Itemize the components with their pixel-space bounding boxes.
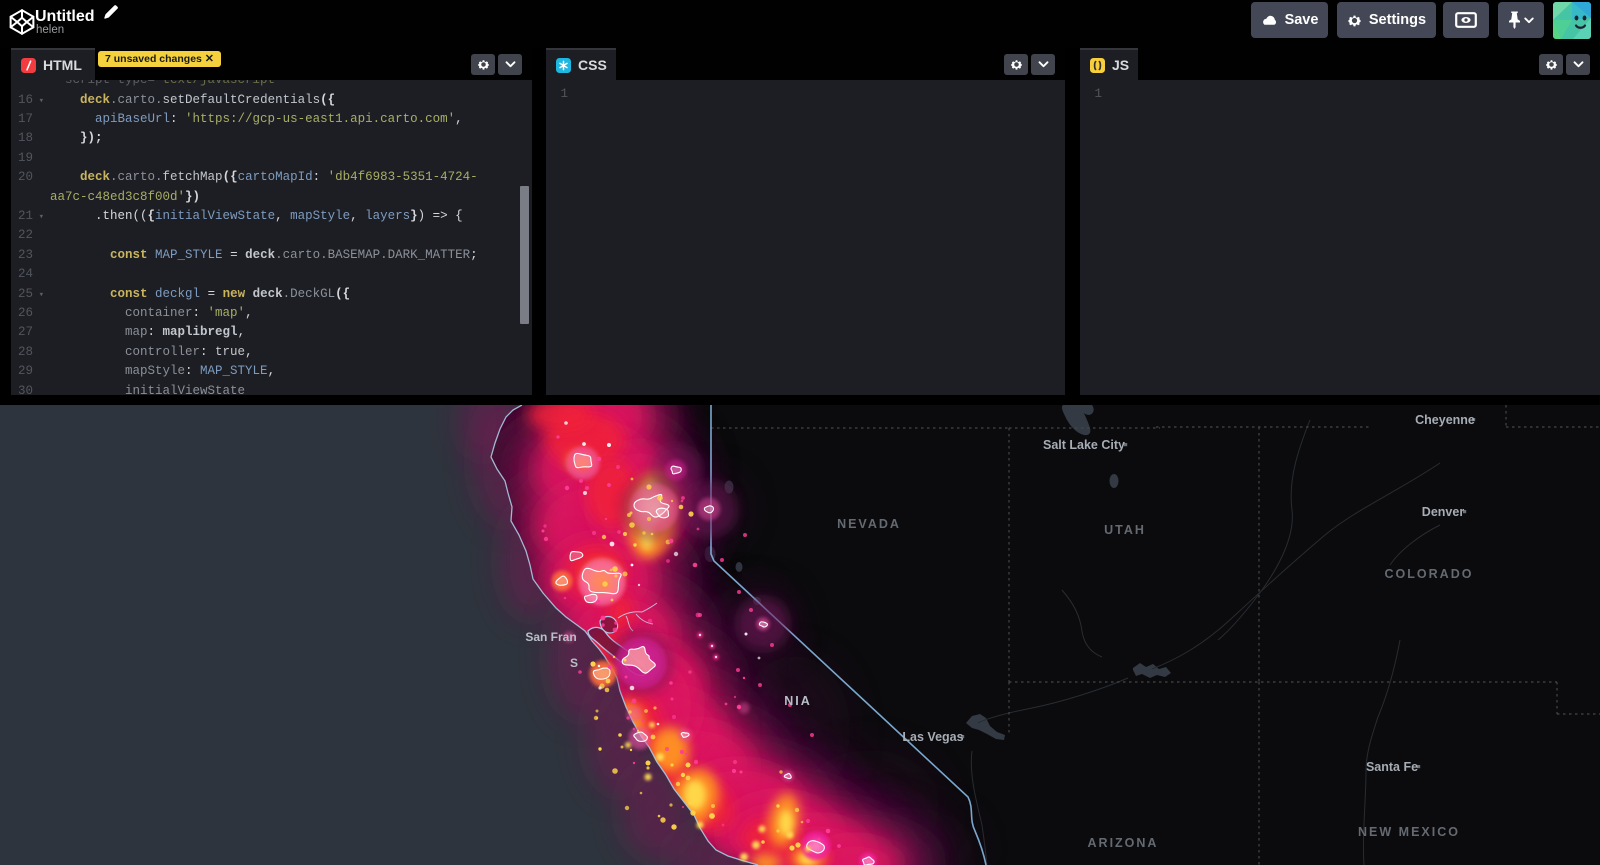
- svg-text:Denver: Denver: [1422, 505, 1465, 519]
- svg-text:COLORADO: COLORADO: [1385, 567, 1474, 581]
- svg-text:NEW MEXICO: NEW MEXICO: [1358, 825, 1460, 839]
- svg-text:UTAH: UTAH: [1104, 523, 1146, 537]
- svg-text:Salt Lake City: Salt Lake City: [1043, 438, 1125, 452]
- svg-text:S: S: [570, 656, 578, 670]
- svg-text:NEVADA: NEVADA: [837, 517, 901, 531]
- svg-text:Cheyenne: Cheyenne: [1415, 413, 1475, 427]
- svg-text:San Fran: San Fran: [525, 630, 576, 644]
- svg-text:ARIZONA: ARIZONA: [1088, 836, 1159, 850]
- svg-text:Las Vegas: Las Vegas: [902, 730, 963, 744]
- svg-text:NIA: NIA: [784, 694, 812, 708]
- svg-text:Santa Fe: Santa Fe: [1366, 760, 1418, 774]
